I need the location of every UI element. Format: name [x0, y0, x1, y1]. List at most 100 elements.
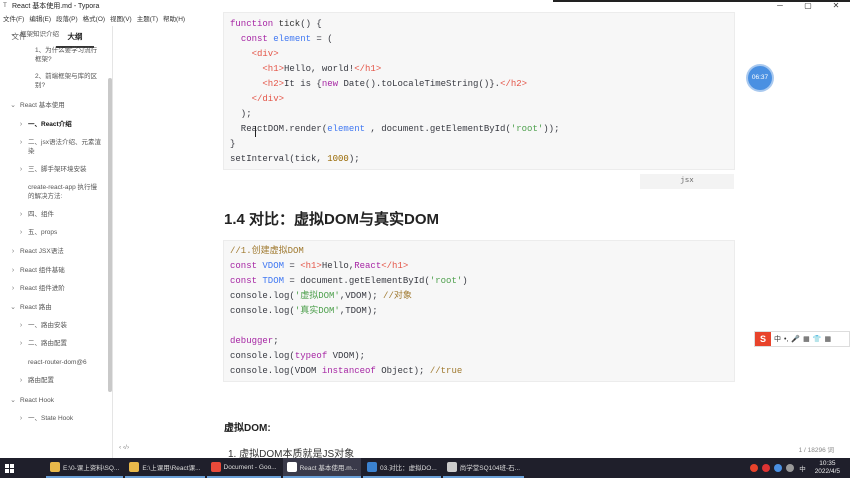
windows-start-icon[interactable]	[0, 458, 18, 478]
text-cursor	[255, 126, 256, 137]
code-language-label[interactable]: jsx	[640, 174, 734, 189]
tray-ime-indicator[interactable]: 中	[799, 463, 806, 473]
code-line: console.log(typeof VDOM);	[230, 349, 728, 364]
code-token: setInterval(tick,	[230, 154, 328, 164]
overlay-line	[553, 0, 850, 2]
code-token: 1000	[327, 154, 349, 164]
tray-network-icon[interactable]	[774, 464, 783, 472]
chevron-right-icon[interactable]: ›	[9, 248, 17, 257]
code-token: const	[230, 261, 263, 271]
outline-item[interactable]: ⌄ React 路由	[0, 304, 107, 313]
outline-item[interactable]: ⌄ React Hook	[0, 397, 107, 406]
code-block-tick[interactable]: function tick() { const element = ( <div…	[223, 12, 735, 170]
taskbar-task[interactable]: E:\0-课上资料\SQ...	[46, 458, 124, 478]
tray-record-icon[interactable]	[762, 464, 771, 472]
outline-item-label: react-router-dom@6	[28, 359, 87, 366]
task-label: Document - Goo...	[223, 463, 277, 471]
task-app-icon	[446, 462, 457, 472]
outline-item[interactable]: ⌄ React 基本使用	[0, 102, 107, 111]
clock-date: 2022/4/5	[814, 468, 840, 475]
code-token: </h1>	[354, 64, 382, 74]
chevron-right-icon[interactable]: ›	[17, 415, 25, 424]
word-count[interactable]: 1 / 18296 词	[799, 444, 834, 454]
taskbar-task[interactable]: 尚学堂SQ104班-石...	[442, 458, 525, 478]
menu-format[interactable]: 格式(O)	[83, 13, 105, 23]
code-token: VDOM);	[332, 351, 366, 361]
outline-item[interactable]: 2、前端框架与库的区别?	[0, 73, 107, 90]
taskbar-task[interactable]: E:\上课用\React课...	[125, 458, 205, 478]
code-token: It is {	[284, 79, 322, 89]
outline-item[interactable]: ⌄ 框架知识介绍	[0, 31, 107, 40]
ime-punctuation-icon[interactable]: •,	[784, 336, 788, 343]
code-token: 'root'	[510, 124, 544, 134]
recording-timer-badge[interactable]: 06:37	[748, 66, 772, 90]
chevron-right-icon[interactable]: ›	[9, 285, 17, 294]
taskbar-task[interactable]: React 基本使用.m...	[282, 458, 362, 478]
outline-item[interactable]: › 一、路由安装	[0, 322, 107, 331]
menu-paragraph[interactable]: 段落(P)	[56, 13, 78, 23]
outline-item[interactable]: › 二、路由配置	[0, 340, 107, 349]
chevron-right-icon[interactable]: ›	[17, 166, 25, 175]
chevron-down-icon[interactable]: ⌄	[9, 304, 17, 313]
outline-item[interactable]: › 四、组件	[0, 211, 107, 220]
code-token: () {	[300, 19, 322, 29]
subheading-vdom: 虚拟DOM:	[224, 423, 271, 434]
outline-item[interactable]: › 一、React介绍	[0, 121, 107, 130]
sogou-ime-icon[interactable]: S	[755, 332, 771, 346]
source-mode-toggle[interactable]: ‹ ‹/›	[119, 444, 129, 451]
chevron-right-icon[interactable]: ›	[17, 322, 25, 331]
code-line: const VDOM = <h1>Hello,React</h1>	[230, 259, 728, 274]
chevron-down-icon[interactable]: ⌄	[9, 102, 17, 111]
taskbar-clock[interactable]: 10:35 2022/4/5	[815, 460, 840, 476]
outline-item[interactable]: › 路由配置	[0, 377, 107, 386]
outline-item[interactable]: › React JSX语法	[0, 248, 107, 257]
taskbar-task[interactable]: 03.对比：虚拟DO...	[363, 458, 441, 478]
tray-volume-icon[interactable]	[786, 464, 795, 472]
outline-item[interactable]: 1、为什么要学习流行框架?	[0, 47, 107, 64]
code-token: //true	[429, 366, 463, 376]
code-line: <h2>It is {new Date().toLocaleTimeString…	[230, 77, 728, 92]
outline-item[interactable]: › React 组件基础	[0, 267, 107, 276]
ime-toolbar: S 中 •, 🎤 ▦ 👕 ▦	[754, 331, 850, 347]
outline-item[interactable]: › 二、jsx语法介绍、元素渲染	[0, 139, 107, 156]
taskbar-task[interactable]: Document - Goo...	[206, 458, 281, 478]
menu-file[interactable]: 文件(F)	[3, 13, 24, 23]
task-app-icon	[129, 462, 140, 472]
chevron-down-icon[interactable]: ⌄	[9, 397, 17, 406]
outline-item[interactable]: react-router-dom@6	[0, 359, 107, 368]
code-line: const TDOM = document.getElementById('ro…	[230, 274, 728, 289]
ime-mode-toggle[interactable]: 中	[774, 334, 781, 344]
ime-tools-icon[interactable]: ▦	[824, 335, 831, 343]
ime-keyboard-icon[interactable]: ▦	[803, 335, 810, 343]
menu-view[interactable]: 视图(V)	[110, 13, 132, 23]
outline-item[interactable]: › 三、脚手架环境安装	[0, 166, 107, 175]
ime-skin-icon[interactable]: 👕	[813, 335, 822, 343]
chevron-down-icon[interactable]: ⌄	[9, 31, 17, 40]
task-label: E:\0-课上资料\SQ...	[63, 465, 120, 472]
chevron-right-icon[interactable]: ›	[17, 121, 25, 130]
code-token: 'root'	[429, 276, 463, 286]
menu-edit[interactable]: 编辑(E)	[29, 13, 51, 23]
outline-item[interactable]: create-react-app 执行慢的解决方法:	[0, 184, 107, 201]
code-block-vdom[interactable]: //1.创建虚拟DOM const VDOM = <h1>Hello,React<…	[223, 240, 735, 382]
outline-item[interactable]: › React 组件进阶	[0, 285, 107, 294]
chevron-right-icon[interactable]: ›	[17, 229, 25, 238]
ime-voice-icon[interactable]: 🎤	[791, 335, 800, 343]
code-line: console.log('虚拟DOM',VDOM); //对象	[230, 289, 728, 304]
menu-theme[interactable]: 主题(T)	[137, 13, 158, 23]
chevron-right-icon[interactable]: ›	[17, 340, 25, 349]
chevron-right-icon[interactable]: ›	[9, 267, 17, 276]
chevron-right-icon[interactable]: ›	[17, 377, 25, 386]
code-line: console.log('真实DOM',TDOM);	[230, 304, 728, 319]
sidebar-scrollbar[interactable]	[108, 78, 112, 392]
outline-item[interactable]: › 五、props	[0, 229, 107, 238]
chevron-right-icon[interactable]: ›	[17, 139, 25, 148]
menu-help[interactable]: 帮助(H)	[163, 13, 185, 23]
code-token: React	[354, 261, 382, 271]
tray-app-icon[interactable]	[750, 464, 759, 472]
chevron-right-icon[interactable]: ›	[17, 211, 25, 220]
outline-item[interactable]: › 一、State Hook	[0, 415, 107, 424]
code-line: </div>	[230, 92, 728, 107]
